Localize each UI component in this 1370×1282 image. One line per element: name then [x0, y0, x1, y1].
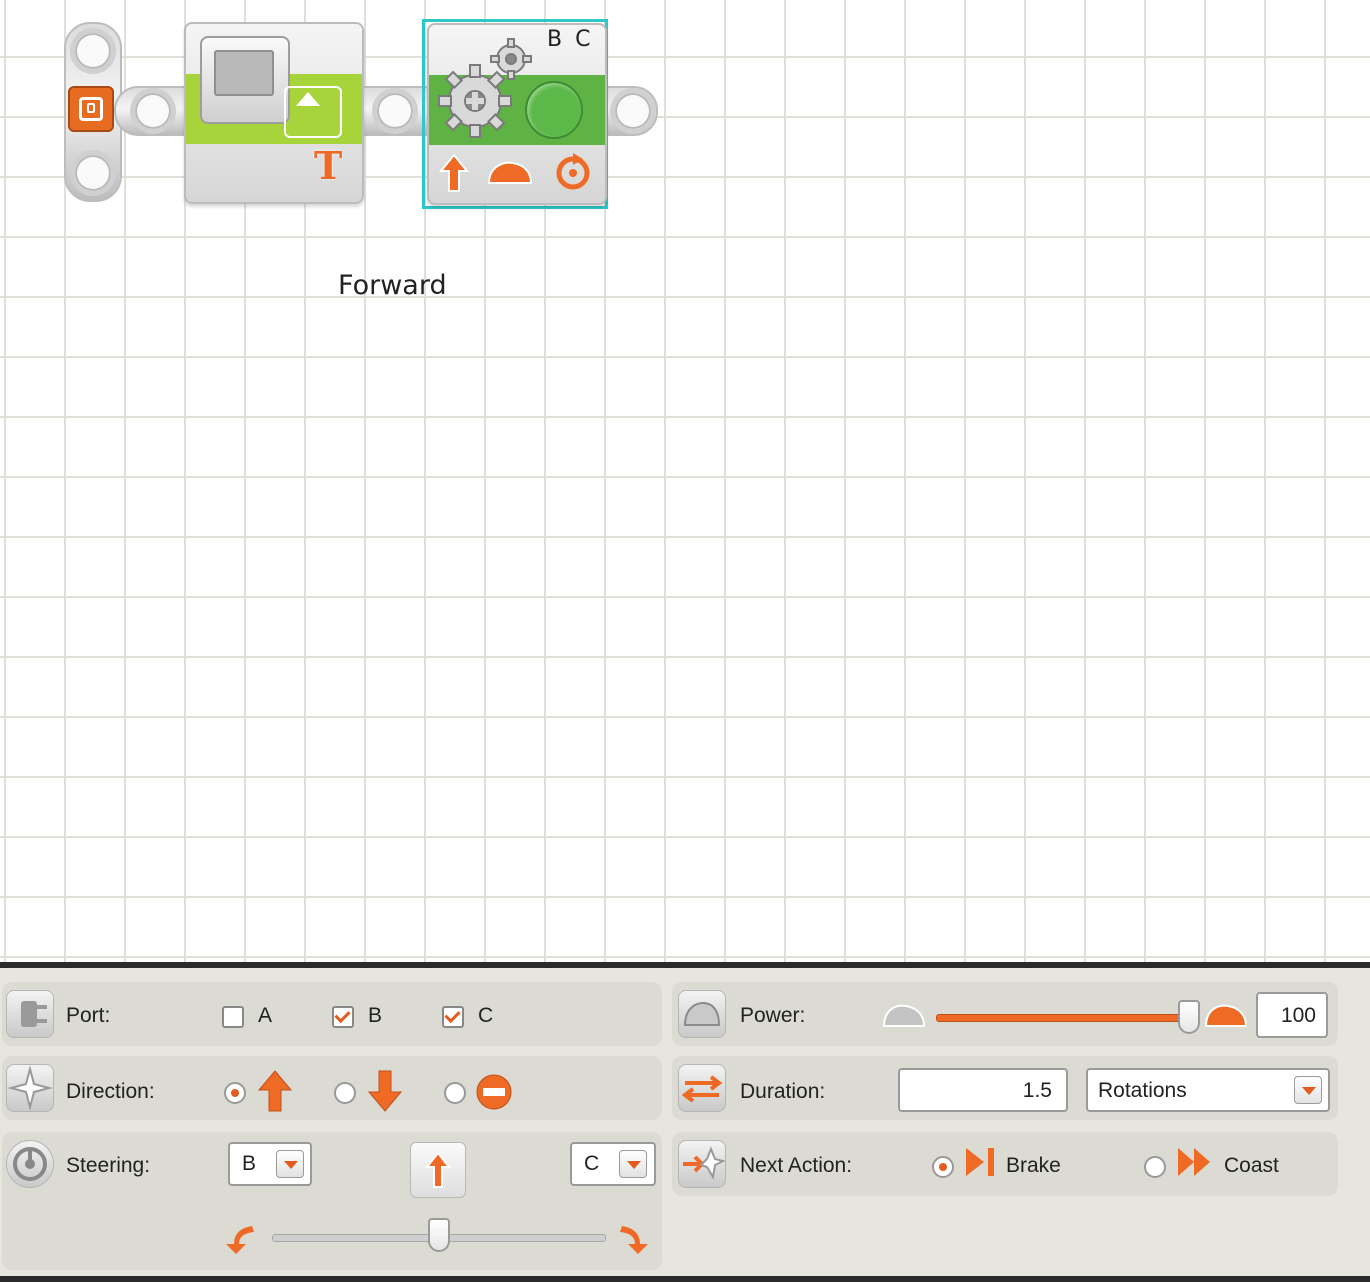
next-action-icon — [678, 1140, 726, 1188]
direction-compass-icon — [6, 1064, 54, 1112]
arrow-up-icon — [257, 1070, 293, 1112]
start-icon — [68, 86, 114, 132]
port-label: Port: — [66, 1004, 111, 1027]
power-high-icon — [1204, 1004, 1248, 1027]
port-c-checkbox[interactable] — [442, 1006, 464, 1028]
power-value: 100 — [1280, 1004, 1316, 1027]
stop-icon — [476, 1074, 512, 1110]
power-label: Power: — [740, 1004, 806, 1027]
power-icon — [487, 161, 533, 184]
steering-right-port-value: C — [584, 1152, 600, 1175]
display-icon — [200, 36, 290, 124]
duration-label: Duration: — [740, 1080, 826, 1103]
power-slider-track[interactable] — [936, 1014, 1190, 1022]
direction-forward-icon — [439, 153, 469, 192]
start-connector-bottom[interactable] — [70, 150, 116, 196]
motor-ports-label: B C — [547, 27, 594, 52]
status-indicator-icon — [525, 81, 583, 139]
sequence-connector-end[interactable] — [610, 88, 656, 134]
steering-straight-button[interactable] — [410, 1142, 466, 1198]
duration-unit-value: Rotations — [1098, 1079, 1187, 1102]
turn-left-icon — [226, 1226, 254, 1254]
power-value-input[interactable]: 100 — [1256, 992, 1328, 1038]
direction-label: Direction: — [66, 1080, 155, 1103]
port-a-checkbox[interactable] — [222, 1006, 244, 1028]
sequence-connector-1[interactable] — [130, 88, 176, 134]
turn-right-icon — [620, 1226, 648, 1254]
brake-icon — [966, 1148, 994, 1176]
coast-radio[interactable] — [1144, 1156, 1166, 1178]
duration-icon — [678, 1064, 726, 1112]
steering-label: Steering: — [66, 1154, 151, 1177]
display-block[interactable]: T — [184, 22, 364, 204]
port-c-label: C — [478, 1004, 494, 1027]
coast-icon — [1178, 1148, 1210, 1176]
power-slider-thumb[interactable] — [1178, 1000, 1200, 1034]
straight-arrow-icon — [424, 1151, 452, 1188]
steering-wheel-icon — [6, 1140, 54, 1188]
arrow-down-icon — [367, 1070, 403, 1112]
start-connector-top[interactable] — [70, 28, 116, 74]
program-canvas[interactable]: T B C Forward — [0, 0, 1370, 962]
duration-unit-dropdown[interactable] — [1294, 1076, 1322, 1104]
direction-stop-radio[interactable] — [444, 1082, 466, 1104]
port-a-label: A — [258, 1004, 273, 1027]
steering-left-port-dropdown[interactable] — [276, 1150, 304, 1178]
sequence-connector-2[interactable] — [372, 88, 418, 134]
port-b-checkbox[interactable] — [332, 1006, 354, 1028]
power-low-icon — [882, 1004, 926, 1027]
next-action-label: Next Action: — [740, 1154, 853, 1177]
steering-left-port-value: B — [242, 1152, 257, 1175]
rotations-icon — [556, 153, 590, 190]
move-block[interactable]: B C — [427, 23, 607, 205]
text-icon: T — [314, 143, 343, 188]
steering-row — [2, 1132, 662, 1270]
brake-label: Brake — [1006, 1154, 1061, 1177]
display-upload-icon — [284, 86, 342, 138]
port-plug-icon — [6, 990, 54, 1038]
coast-label: Coast — [1224, 1154, 1279, 1177]
brake-radio[interactable] — [932, 1156, 954, 1178]
configuration-panel: Port: A B C Direction: Steering: B C Pow… — [0, 962, 1370, 1282]
steering-right-port-dropdown[interactable] — [619, 1150, 647, 1178]
port-b-label: B — [368, 1004, 383, 1027]
direction-backward-radio[interactable] — [334, 1082, 356, 1104]
steering-slider-thumb[interactable] — [428, 1218, 450, 1252]
duration-value: 1.5 — [1022, 1079, 1052, 1102]
gears-icon — [438, 38, 532, 138]
panel-bottom-border — [0, 1276, 1370, 1282]
direction-forward-radio[interactable] — [224, 1082, 246, 1104]
move-block-label: Forward — [338, 270, 447, 301]
duration-value-input[interactable]: 1.5 — [898, 1068, 1068, 1112]
power-speedometer-icon — [678, 990, 726, 1038]
